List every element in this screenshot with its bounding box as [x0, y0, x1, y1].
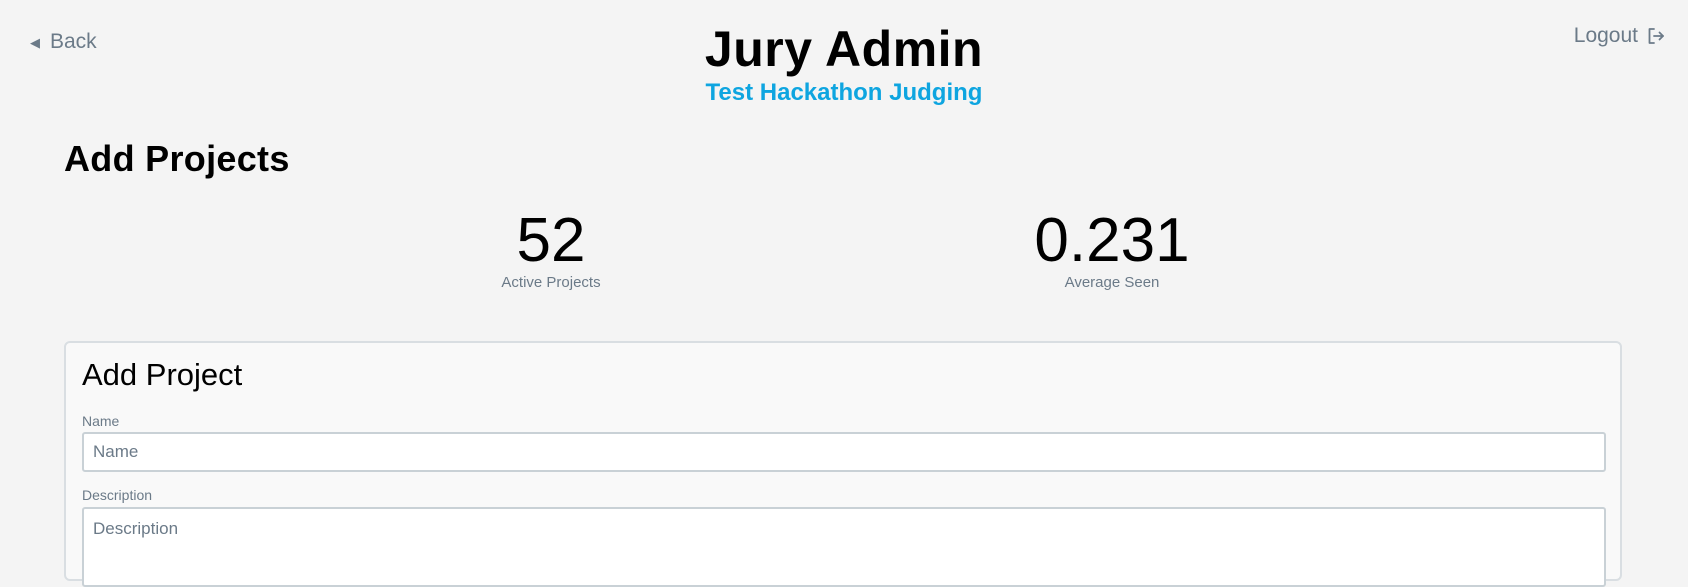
section-heading: Add Projects — [64, 138, 290, 179]
description-input[interactable] — [82, 507, 1606, 587]
page-title: Jury Admin — [704, 21, 984, 77]
stat-label: Active Projects — [501, 274, 601, 291]
stat-value: 52 — [516, 206, 586, 275]
header: Jury Admin Test Hackathon Judging — [0, 18, 1688, 108]
stat-label: Average Seen — [1064, 274, 1160, 291]
name-label: Name — [82, 413, 120, 429]
name-input[interactable] — [82, 432, 1606, 472]
page-subtitle: Test Hackathon Judging — [705, 79, 983, 106]
logout-icon — [1646, 26, 1666, 46]
stat-active-projects: 52 Active Projects — [401, 206, 701, 291]
card-title: Add Project — [82, 357, 243, 392]
logout-button[interactable]: Logout — [1574, 24, 1666, 48]
logout-label: Logout — [1573, 24, 1638, 47]
stat-average-seen: 0.231 Average Seen — [962, 206, 1262, 291]
add-project-card: Add Project Name Description — [64, 341, 1622, 587]
stat-value: 0.231 — [1034, 206, 1190, 275]
description-label: Description — [82, 487, 153, 503]
